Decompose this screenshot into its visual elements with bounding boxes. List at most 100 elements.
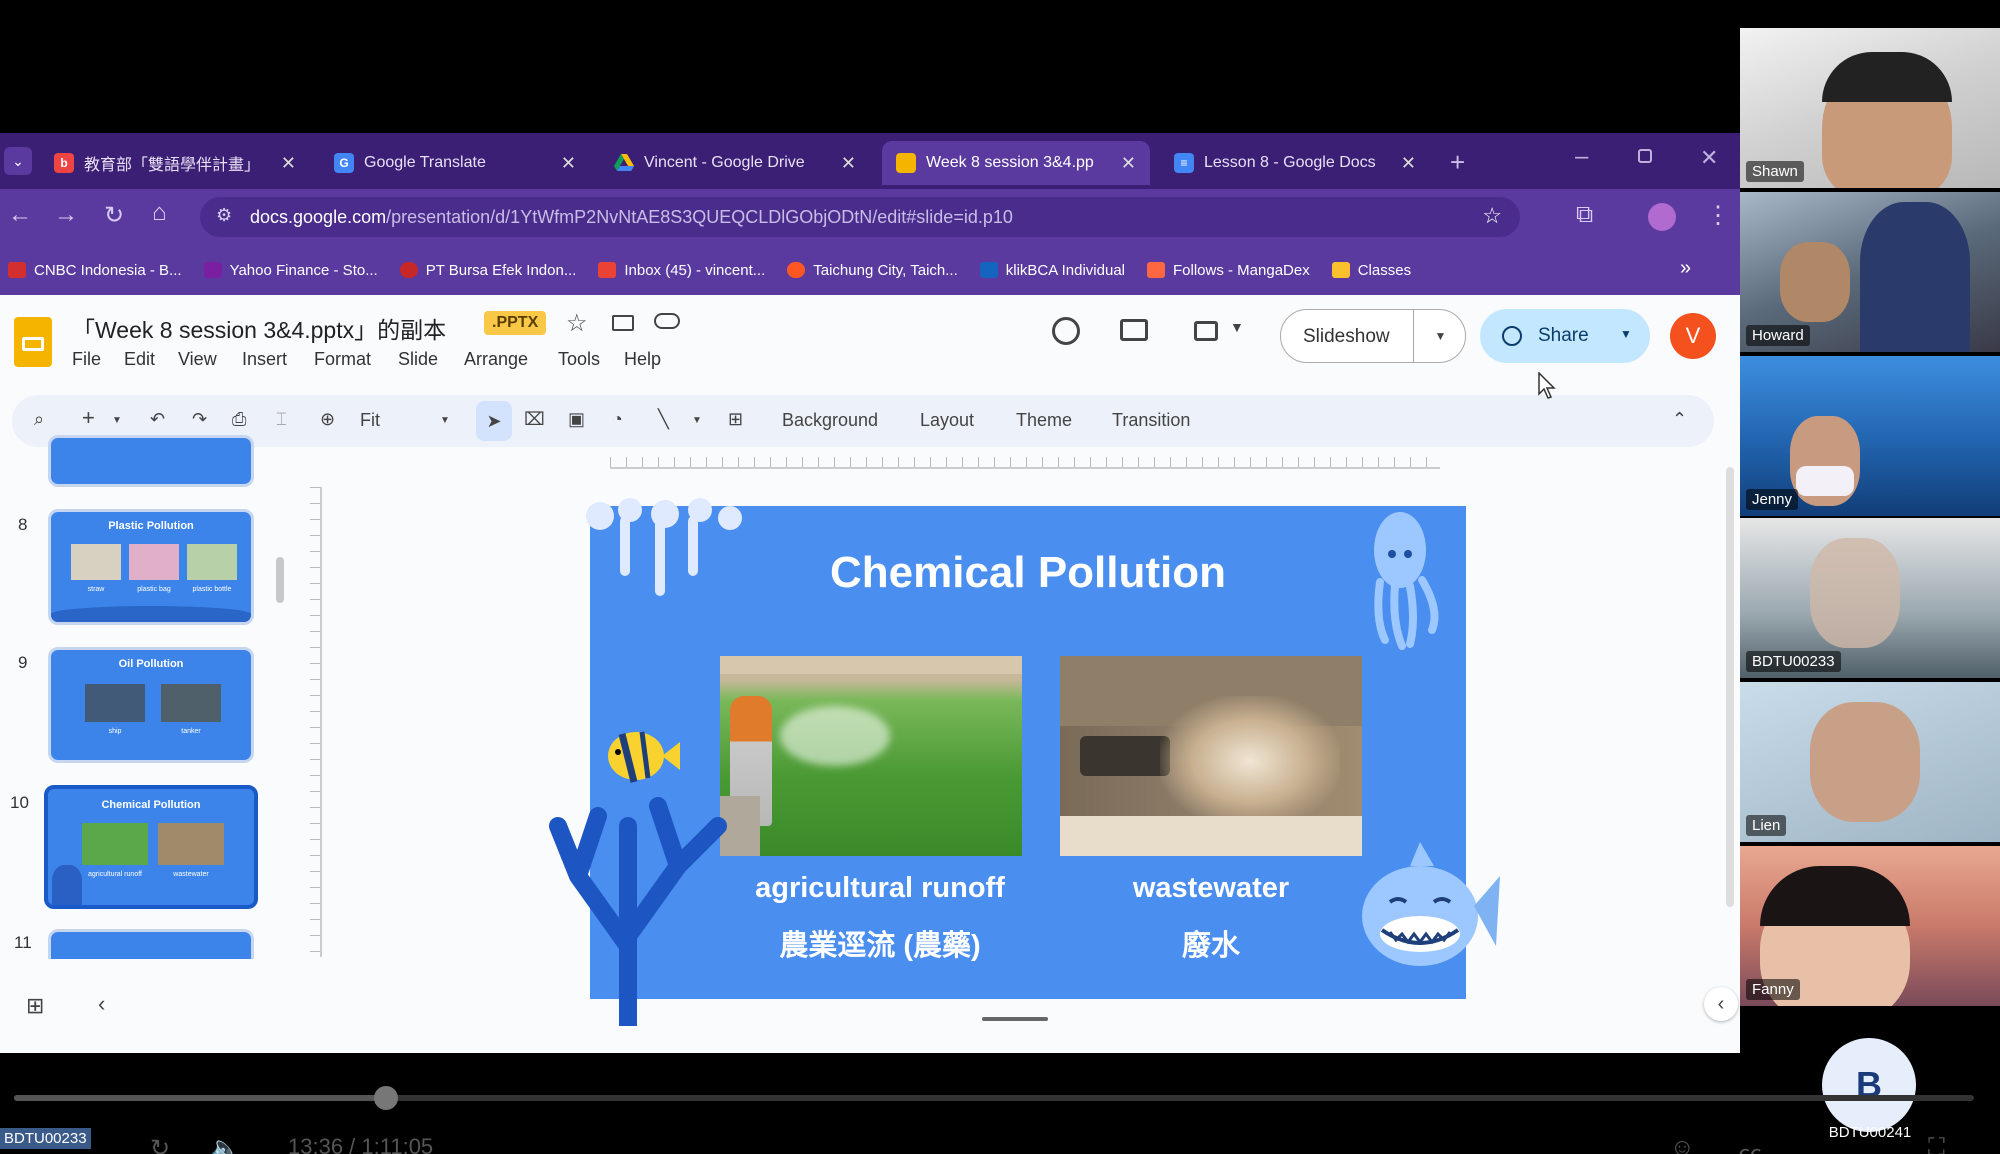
menu-edit[interactable]: Edit [124,349,155,370]
close-icon[interactable]: ✕ [281,153,296,174]
shape-icon[interactable]: ◔ [612,409,623,430]
new-tab-icon[interactable]: + [1450,147,1465,178]
theme-button[interactable]: Theme [1016,410,1072,431]
bookmark-star-icon[interactable]: ☆ [1482,203,1502,229]
star-icon[interactable]: ☆ [566,309,588,338]
version-history-icon[interactable] [1052,317,1080,345]
new-slide-icon[interactable]: + [82,405,95,431]
maximize-icon[interactable] [1638,149,1652,163]
tab-1[interactable]: b 教育部「雙語學伴計畫」 ✕ [40,141,310,185]
insert-image-icon[interactable]: ▣ [568,409,585,430]
bookmark-7[interactable]: Follows - MangaDex [1147,262,1310,279]
share-button[interactable]: Share ▼ [1480,309,1650,363]
participants-icon[interactable]: ☺ [1670,1134,1695,1154]
side-panel-toggle-icon[interactable]: ‹ [1704,987,1738,1021]
redo-icon[interactable]: ↷ [192,409,207,430]
captions-icon[interactable]: ㏄ [1738,1134,1762,1154]
collapse-filmstrip-icon[interactable]: ‹ [98,991,105,1017]
select-cursor-icon[interactable]: ➤ [476,401,512,441]
layout-button[interactable]: Layout [920,410,974,431]
participant-tile-howard[interactable]: Howard [1740,192,2000,352]
menu-arrange[interactable]: Arrange [464,349,528,370]
transition-button[interactable]: Transition [1112,410,1190,431]
slide-thumbnail-11[interactable] [48,929,254,959]
more-bookmarks-icon[interactable]: » [1680,257,1691,280]
replay-icon[interactable]: ↻ [150,1134,170,1154]
participant-tile-fanny[interactable]: Fanny [1740,846,2000,1006]
bookmark-4[interactable]: Inbox (45) - vincent... [598,262,765,279]
fullscreen-icon[interactable]: ⛶ [1928,1134,1945,1154]
bookmark-5[interactable]: Taichung City, Taich... [787,262,958,279]
comments-icon[interactable] [1120,319,1148,341]
account-avatar[interactable]: V [1670,313,1716,359]
zoom-icon[interactable]: ⊕ [320,409,335,430]
filmstrip-scrollbar[interactable] [276,557,284,603]
canvas-scrollbar[interactable] [1726,467,1734,907]
zoom-select[interactable]: Fit [360,410,380,431]
menu-format[interactable]: Format [314,349,371,370]
slide-thumbnail-8[interactable]: Plastic Pollution straw plastic bag plas… [48,509,254,625]
volume-icon[interactable]: 🔈 [210,1134,240,1154]
line-icon[interactable]: ╲ [658,409,669,430]
paint-format-icon[interactable]: ⌶ [276,409,287,430]
tab-4-active[interactable]: Week 8 session 3&4.pp ✕ [882,141,1150,185]
insert-comment-icon[interactable]: ⊞ [728,409,743,430]
bookmark-6[interactable]: klikBCA Individual [979,262,1125,279]
tab-5[interactable]: ≡ Lesson 8 - Google Docs ✕ [1160,141,1430,185]
forward-icon[interactable]: → [54,201,78,229]
close-icon[interactable]: ✕ [1401,153,1416,174]
home-icon[interactable]: ⌂ [152,199,167,227]
slide-thumbnail-7[interactable] [48,435,254,487]
chevron-down-icon[interactable]: ▼ [1230,319,1244,335]
slide-thumbnail-9[interactable]: Oil Pollution ship tanker [48,647,254,763]
participant-tile-lien[interactable]: Lien [1740,682,2000,842]
slideshow-dropdown-icon[interactable]: ▼ [1413,310,1467,362]
search-menus-icon[interactable]: ⌕ [34,409,44,430]
meet-camera-icon[interactable] [1194,321,1218,341]
site-info-icon[interactable]: ⚙ [216,205,232,226]
background-button[interactable]: Background [782,410,878,431]
tab-search-button[interactable]: ⌄ [4,147,32,175]
bookmark-2[interactable]: Yahoo Finance - Sto... [203,262,378,279]
bookmark-8[interactable]: Classes [1331,262,1411,279]
undo-icon[interactable]: ↶ [150,409,165,430]
bookmark-3[interactable]: PT Bursa Efek Indon... [399,262,576,279]
text-box-icon[interactable]: ⌧ [524,409,545,430]
speaker-notes-handle[interactable] [982,1017,1048,1021]
participant-tile-jenny[interactable]: Jenny [1740,356,2000,516]
url-field[interactable]: ⚙ docs.google.com/presentation/d/1YtWfmP… [200,197,1520,237]
print-icon[interactable]: ⎙ [232,409,246,430]
chevron-down-icon[interactable]: ▼ [692,415,702,426]
tab-3[interactable]: Vincent - Google Drive ✕ [600,141,870,185]
slideshow-button[interactable]: Slideshow ▼ [1280,309,1466,363]
close-icon[interactable]: ✕ [1121,153,1136,174]
minimize-icon[interactable]: – [1575,143,1588,171]
reload-icon[interactable]: ↻ [104,201,124,230]
cloud-saved-icon[interactable] [654,313,680,329]
doc-title[interactable]: 「Week 8 session 3&4.pptx」的副本 [72,311,446,345]
participant-tile-bdtu00233[interactable]: BDTU00233 [1740,518,2000,678]
menu-file[interactable]: File [72,349,101,370]
video-progress-knob[interactable] [374,1086,399,1110]
profile-avatar[interactable] [1648,203,1676,231]
google-slides-logo[interactable] [14,317,52,367]
video-progress-track[interactable] [14,1086,1974,1110]
bookmark-1[interactable]: CNBC Indonesia - B... [8,262,182,279]
move-folder-icon[interactable] [612,315,634,331]
collapse-toolbar-icon[interactable]: ⌃ [1672,409,1687,430]
menu-slide[interactable]: Slide [398,349,438,370]
close-window-icon[interactable]: ✕ [1700,145,1718,171]
slide-thumbnail-10-selected[interactable]: Chemical Pollution agricultural runoff w… [44,785,258,909]
self-view-avatar[interactable]: B [1822,1038,1916,1132]
chevron-down-icon[interactable]: ▼ [440,415,450,426]
menu-tools[interactable]: Tools [558,349,600,370]
current-slide[interactable]: Chemical Pollution agricultural runoff 農… [549,498,1500,1026]
grid-view-icon[interactable]: ⊞ [26,993,44,1019]
back-icon[interactable]: ← [8,201,32,229]
chevron-down-icon[interactable]: ▼ [112,415,122,426]
share-dropdown-icon[interactable]: ▼ [1620,327,1632,341]
menu-insert[interactable]: Insert [242,349,287,370]
menu-help[interactable]: Help [624,349,661,370]
tab-2[interactable]: G Google Translate ✕ [320,141,590,185]
close-icon[interactable]: ✕ [561,153,576,174]
